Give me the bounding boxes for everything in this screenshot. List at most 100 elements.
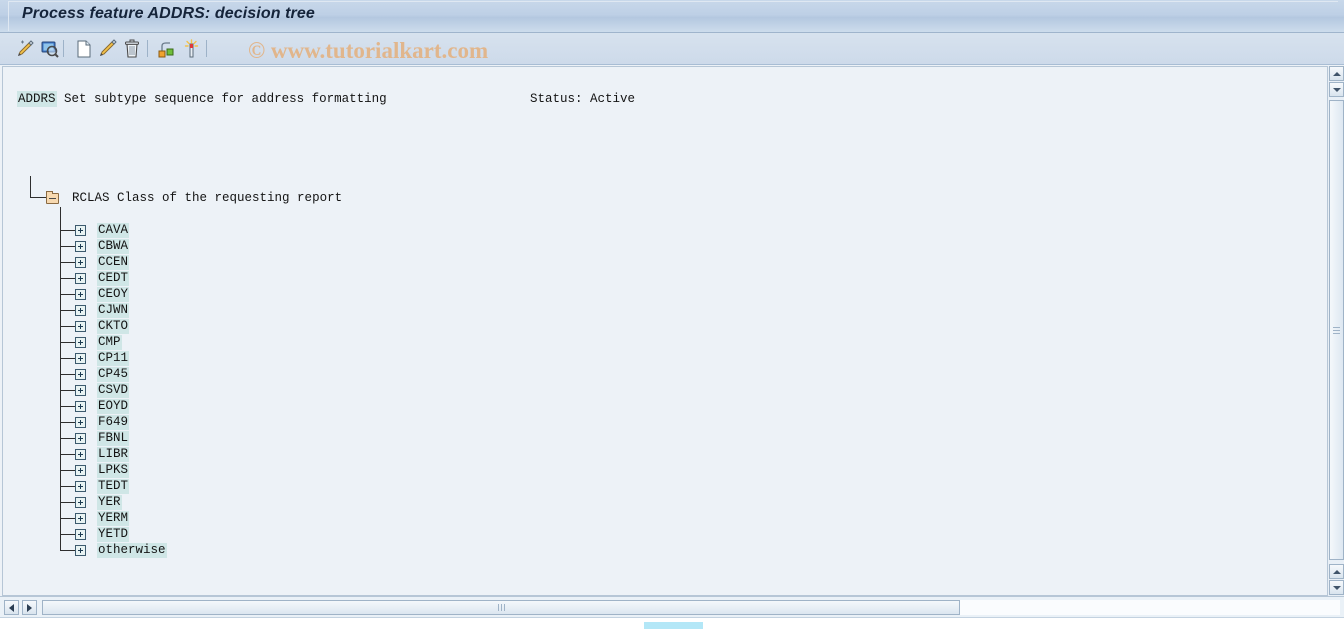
horizontal-scroll-thumb[interactable] xyxy=(42,600,960,615)
tree-connector xyxy=(60,501,75,503)
tree-connector xyxy=(60,325,75,327)
scroll-up-button[interactable] xyxy=(1329,66,1344,81)
tree-node-label: CJWN xyxy=(97,302,130,318)
expand-plus-icon[interactable] xyxy=(75,272,86,284)
status-bar-chip xyxy=(644,622,703,629)
tree-node-cp45[interactable]: CP45 xyxy=(60,366,130,382)
tree-connector xyxy=(60,469,75,471)
tree-node-label: YETD xyxy=(97,526,130,542)
expand-plus-icon[interactable] xyxy=(75,352,86,364)
tree-node-lpks[interactable]: LPKS xyxy=(60,462,130,478)
expand-plus-icon[interactable] xyxy=(75,304,86,316)
vertical-scrollbar[interactable] xyxy=(1327,66,1344,596)
edit-icon[interactable] xyxy=(96,37,120,61)
tree-node-cedt[interactable]: CEDT xyxy=(60,270,130,286)
tree-node-label: CEDT xyxy=(97,270,130,286)
tree-node-label: EOYD xyxy=(97,398,130,414)
tree-connector xyxy=(60,341,75,343)
tree-connector xyxy=(60,389,75,391)
expand-plus-icon[interactable] xyxy=(75,432,86,444)
scroll-left-button[interactable] xyxy=(4,600,19,615)
scroll-page-down-button[interactable] xyxy=(1329,580,1344,595)
expand-plus-icon[interactable] xyxy=(75,464,86,476)
magic-wand-icon[interactable] xyxy=(179,37,203,61)
tree-connector xyxy=(60,549,75,551)
tree-node-cjwn[interactable]: CJWN xyxy=(60,302,130,318)
vertical-scroll-track[interactable] xyxy=(1329,100,1344,560)
tree-node-cava[interactable]: CAVA xyxy=(60,222,130,238)
structure-icon[interactable] xyxy=(155,37,179,61)
tree-node-ceoy[interactable]: CEOY xyxy=(60,286,130,302)
expand-plus-icon[interactable] xyxy=(75,448,86,460)
tree-node-fbnl[interactable]: FBNL xyxy=(60,430,130,446)
tree-connector xyxy=(60,277,75,279)
expand-plus-icon[interactable] xyxy=(75,528,86,540)
tree-node-label: LIBR xyxy=(97,446,130,462)
tree-node-yerm[interactable]: YERM xyxy=(60,510,130,526)
tree-node-cp11[interactable]: CP11 xyxy=(60,350,130,366)
scroll-right-button[interactable] xyxy=(22,600,37,615)
tree-connector xyxy=(60,453,75,455)
tree-node-label: CP45 xyxy=(97,366,130,382)
folder-minus-icon[interactable] xyxy=(46,190,59,204)
vertical-grip-icon xyxy=(1333,326,1340,334)
tree-node-otherwise[interactable]: otherwise xyxy=(60,542,167,558)
expand-plus-icon[interactable] xyxy=(75,384,86,396)
toolbar-separator-1 xyxy=(63,40,64,57)
display-mode-icon[interactable] xyxy=(38,37,62,61)
scroll-page-up-button[interactable] xyxy=(1329,564,1344,579)
tree-node-ccen[interactable]: CCEN xyxy=(60,254,130,270)
expand-plus-icon[interactable] xyxy=(75,496,86,508)
expand-plus-icon[interactable] xyxy=(75,224,86,236)
tree-node-libr[interactable]: LIBR xyxy=(60,446,130,462)
tree-root: RCLAS Class of the requesting report CAV… xyxy=(3,67,1319,595)
tree-connector xyxy=(60,261,75,263)
delete-icon[interactable] xyxy=(120,37,144,61)
tree-node-tedt[interactable]: TEDT xyxy=(60,478,130,494)
expand-plus-icon[interactable] xyxy=(75,480,86,492)
tree-node-label: LPKS xyxy=(97,462,130,478)
expand-plus-icon[interactable] xyxy=(75,320,86,332)
tree-connector xyxy=(60,373,75,375)
tree-connector xyxy=(60,245,75,247)
tree-node-label: CCEN xyxy=(97,254,130,270)
tree-node-yetd[interactable]: YETD xyxy=(60,526,130,542)
tree-node-cbwa[interactable]: CBWA xyxy=(60,238,130,254)
tree-connector xyxy=(60,229,75,231)
toolbar xyxy=(0,33,1344,65)
expand-plus-icon[interactable] xyxy=(75,400,86,412)
content-frame: ADDRS Set subtype sequence for address f… xyxy=(2,66,1342,596)
tree-connector xyxy=(60,405,75,407)
expand-plus-icon[interactable] xyxy=(75,256,86,268)
status-bar xyxy=(0,617,1344,631)
scroll-down-button[interactable] xyxy=(1329,82,1344,97)
decision-tree-area[interactable]: ADDRS Set subtype sequence for address f… xyxy=(3,67,1319,595)
tree-node-csvd[interactable]: CSVD xyxy=(60,382,130,398)
tree-node-eoyd[interactable]: EOYD xyxy=(60,398,130,414)
tree-node-label: FBNL xyxy=(97,430,130,446)
tree-node-label: CEOY xyxy=(97,286,130,302)
tree-node-rclas[interactable]: RCLAS Class of the requesting report xyxy=(46,190,342,206)
expand-plus-icon[interactable] xyxy=(75,288,86,300)
tree-node-yer[interactable]: YER xyxy=(60,494,122,510)
tree-connector xyxy=(60,357,75,359)
expand-plus-icon[interactable] xyxy=(75,544,86,556)
tree-node-cmp[interactable]: CMP xyxy=(60,334,122,350)
horizontal-scrollbar[interactable] xyxy=(0,596,1344,617)
rclas-code: RCLAS xyxy=(72,191,110,205)
horizontal-scroll-track[interactable] xyxy=(42,600,1340,615)
tree-node-ckto[interactable]: CKTO xyxy=(60,318,130,334)
tree-node-label: YER xyxy=(97,494,122,510)
expand-plus-icon[interactable] xyxy=(75,240,86,252)
tree-node-f649[interactable]: F649 xyxy=(60,414,130,430)
create-icon[interactable] xyxy=(72,37,96,61)
expand-plus-icon[interactable] xyxy=(75,336,86,348)
tree-node-label: CBWA xyxy=(97,238,130,254)
tree-connector xyxy=(60,293,75,295)
expand-plus-icon[interactable] xyxy=(75,368,86,380)
change-mode-icon[interactable] xyxy=(14,37,38,61)
vertical-scroll-thumb[interactable] xyxy=(1329,100,1344,560)
expand-plus-icon[interactable] xyxy=(75,512,86,524)
expand-plus-icon[interactable] xyxy=(75,416,86,428)
tree-connector xyxy=(60,437,75,439)
